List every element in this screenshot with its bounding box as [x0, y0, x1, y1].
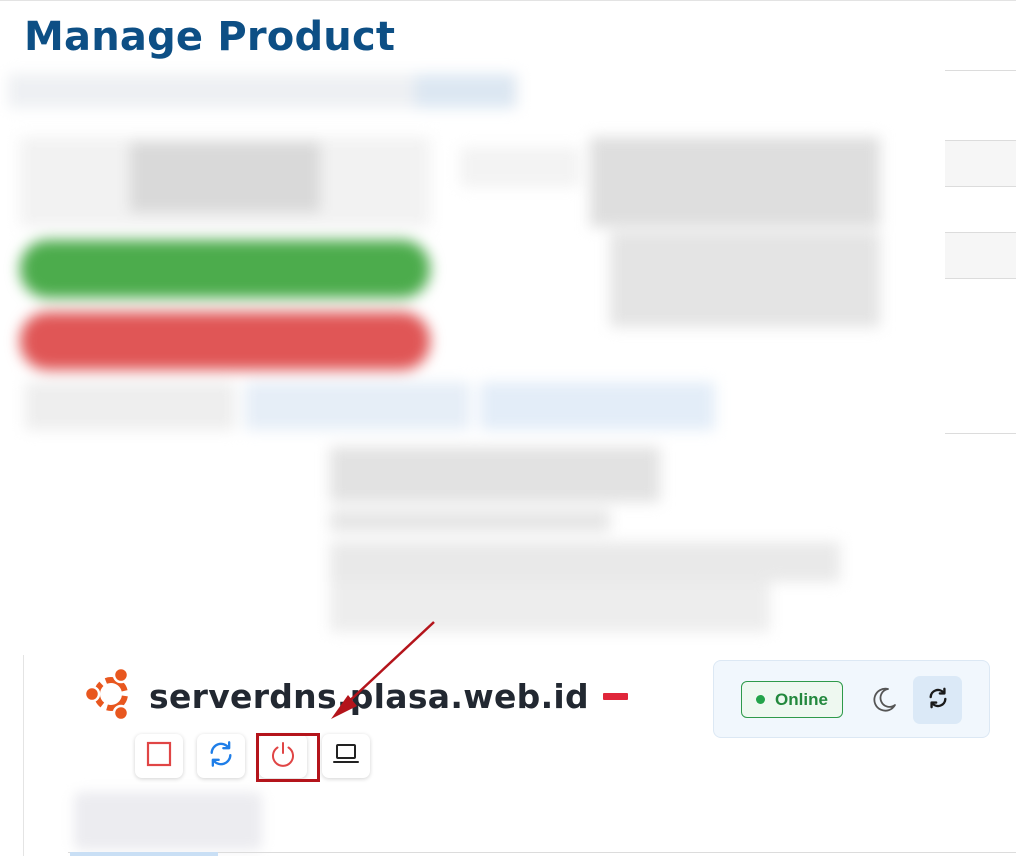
active-tab-indicator: [70, 852, 218, 856]
stop-button[interactable]: [135, 734, 183, 778]
laptop-icon: [332, 741, 360, 772]
power-button-highlight-box: [256, 733, 320, 782]
blurred-content: [74, 792, 262, 850]
card-left-border: [23, 655, 24, 856]
blurred-content: [0, 62, 1016, 652]
top-divider: [0, 0, 1016, 1]
status-badge: Online: [741, 681, 843, 718]
page-title: Manage Product: [24, 14, 396, 60]
restart-icon: [207, 740, 235, 773]
console-button[interactable]: [322, 734, 370, 778]
ubuntu-logo-icon: [83, 666, 137, 725]
refresh-button[interactable]: [913, 676, 962, 724]
status-dot-icon: [756, 695, 766, 704]
refresh-icon: [927, 687, 949, 714]
restart-button[interactable]: [197, 734, 245, 778]
stop-square-icon: [146, 741, 172, 772]
server-header: serverdns.plasa.web.id: [83, 666, 628, 725]
moon-icon[interactable]: [870, 686, 898, 719]
server-hostname: serverdns.plasa.web.id: [149, 677, 589, 716]
status-panel: Online: [713, 660, 990, 738]
status-label: Online: [775, 689, 828, 709]
flag-icon: [602, 693, 628, 700]
